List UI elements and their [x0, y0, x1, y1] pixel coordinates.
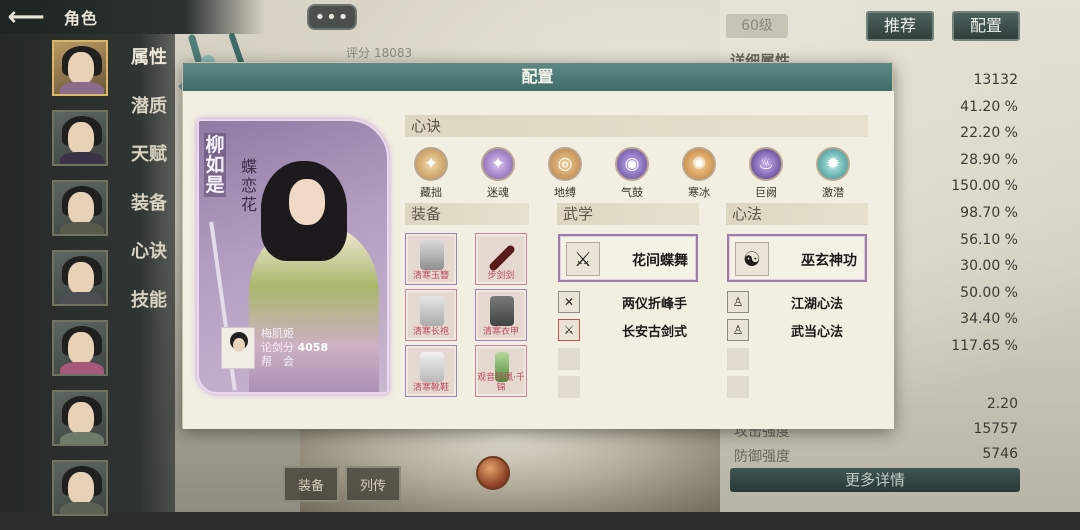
back-button[interactable]: ⟵ — [0, 0, 52, 34]
equip-slot[interactable]: 清寒玉簪 — [405, 233, 457, 285]
attr-value: 30.00 % — [960, 258, 1018, 275]
empty-skill-slot[interactable] — [558, 376, 580, 398]
xinjue-icon: ✹ — [816, 147, 850, 181]
wuxue-skill[interactable]: ✕ 两仪折峰手 — [558, 291, 698, 313]
xinfa-main-skill[interactable]: ☯ 巫玄神功 — [727, 234, 867, 282]
equip-slot[interactable]: 清寒长袍 — [405, 289, 457, 341]
attr-value: 150.00 % — [951, 178, 1018, 195]
chat-button[interactable]: ••• — [307, 4, 357, 30]
attr-value: 117.65 % — [951, 337, 1018, 354]
menu-attributes[interactable]: 属性 — [131, 46, 167, 95]
meditation-icon: ☯ — [735, 242, 769, 276]
equipment-shortcut[interactable]: 装备 — [283, 466, 339, 502]
meditation-small-icon: ♙ — [727, 291, 749, 313]
menu-potential[interactable]: 潜质 — [131, 95, 167, 144]
character-card[interactable]: 柳如是 蝶恋花 梅肌姬 论剑分 4058 帮 会 — [197, 119, 389, 394]
xinjue-item[interactable]: ✦ 藏拙 — [409, 147, 453, 200]
equip-slot[interactable]: 清寒衣甲 — [475, 289, 527, 341]
page-title: 角色 — [64, 9, 99, 28]
xinjue-icon: ♨ — [749, 147, 783, 181]
equip-slot[interactable]: 清寒靴鞋 — [405, 345, 457, 397]
equip-slot[interactable]: 步剑剑 — [475, 233, 527, 285]
character-avatar-4[interactable] — [52, 250, 108, 306]
wuxue-main-skill[interactable]: ⚔ 花间蝶舞 — [558, 234, 698, 282]
owner-info: 梅肌姬 论剑分 4058 帮 会 — [261, 327, 328, 369]
modal-title: 配置 — [183, 63, 892, 91]
attribute-values: 13132 41.20 % 22.20 % 28.90 % 150.00 % 9… — [940, 72, 1018, 365]
owner-score: 论剑分 4058 — [261, 341, 329, 354]
score-label: 评分 — [346, 46, 371, 60]
modal-body: 柳如是 蝶恋花 梅肌姬 论剑分 4058 帮 会 心诀 ✦ 藏拙 ✦ 迷魂 ◎ 地缚 … — [183, 91, 894, 429]
character-avatar-1[interactable] — [52, 40, 108, 96]
owner-avatar — [221, 327, 255, 369]
xinjue-icon: ◉ — [615, 147, 649, 181]
attr-value: 28.90 % — [960, 151, 1018, 168]
character-face — [289, 179, 325, 225]
attr-value: 98.70 % — [960, 204, 1018, 221]
recommend-button[interactable]: 推荐 — [866, 11, 934, 41]
blade-icon: ⚔ — [558, 319, 580, 341]
attr-value: 13132 — [973, 72, 1018, 88]
xinjue-icon: ✦ — [414, 147, 448, 181]
xinjue-row: ✦ 藏拙 ✦ 迷魂 ◎ 地缚 ◉ 气鼓 ✺ 寒冰 ♨ 巨阙 ✹ 激潜 — [409, 147, 850, 203]
empty-skill-slot[interactable] — [558, 348, 580, 370]
bottom-shortcuts: 装备 列传 — [283, 466, 401, 502]
character-avatar-7[interactable] — [52, 460, 108, 516]
score-readout: 评分 18083 — [342, 44, 412, 61]
equip-header: 装备 — [405, 203, 529, 225]
level-badge: 60级 — [726, 14, 788, 38]
attr-value: 41.20 % — [960, 98, 1018, 115]
attr-value: 34.40 % — [960, 311, 1018, 328]
xinfa-skill[interactable]: ♙ 江湖心法 — [727, 291, 867, 313]
menu-skills[interactable]: 技能 — [131, 289, 167, 338]
card-character-title: 蝶恋花 — [240, 157, 257, 214]
biography-shortcut[interactable]: 列传 — [345, 466, 401, 502]
more-details-button[interactable]: 更多详情 — [730, 468, 1020, 492]
meditation-small-icon: ♙ — [727, 319, 749, 341]
swordsman-icon: ⚔ — [566, 242, 600, 276]
more-dots-icon: ••• — [314, 6, 350, 28]
card-character-name: 柳如是 — [204, 133, 226, 197]
empty-skill-slot[interactable] — [727, 376, 749, 398]
character-avatar-3[interactable] — [52, 180, 108, 236]
xinjue-item[interactable]: ✦ 迷魂 — [476, 147, 520, 200]
menu-xinjue[interactable]: 心诀 — [131, 240, 167, 289]
side-menu: 属性 潜质 天赋 装备 心诀 技能 — [131, 46, 167, 337]
score-value: 18083 — [374, 46, 413, 60]
xinjue-icon: ✺ — [682, 147, 716, 181]
xinjue-item[interactable]: ♨ 巨阙 — [744, 147, 788, 200]
wuxue-header: 武学 — [557, 203, 699, 225]
character-avatar-6[interactable] — [52, 390, 108, 446]
menu-talent[interactable]: 天赋 — [131, 143, 167, 192]
arrow-left-icon: ⟵ — [7, 2, 45, 32]
fist-icon: ✕ — [558, 291, 580, 313]
owner-guild: 帮 会 — [261, 355, 294, 368]
empty-skill-slot[interactable] — [727, 348, 749, 370]
xinjue-item[interactable]: ◉ 气鼓 — [610, 147, 654, 200]
xinjue-item[interactable]: ◎ 地缚 — [543, 147, 587, 200]
attr-value: 50.00 % — [960, 284, 1018, 301]
attr-value: 56.10 % — [960, 231, 1018, 248]
xinjue-icon: ✦ — [481, 147, 515, 181]
config-button[interactable]: 配置 — [952, 11, 1020, 41]
xinjue-item[interactable]: ✹ 激潜 — [811, 147, 855, 200]
xinjue-icon: ◎ — [548, 147, 582, 181]
xinjue-item[interactable]: ✺ 寒冰 — [677, 147, 721, 200]
xinfa-header: 心法 — [726, 203, 868, 225]
character-avatar-5[interactable] — [52, 320, 108, 376]
equip-slot[interactable]: 观音环佩·千锦 — [475, 345, 527, 397]
xinjue-header: 心诀 — [405, 115, 868, 137]
config-modal: 配置 柳如是 蝶恋花 梅肌姬 论剑分 4058 帮 会 心诀 ✦ 藏拙 ✦ 迷魂 ◎… — [182, 62, 894, 429]
attr-value: 22.20 % — [960, 125, 1018, 142]
orb-ornament — [476, 456, 510, 490]
character-avatar-2[interactable] — [52, 110, 108, 166]
wuxue-skill[interactable]: ⚔ 长安古剑式 — [558, 319, 698, 341]
character-list — [52, 40, 108, 530]
owner-name: 梅肌姬 — [261, 327, 294, 340]
xinfa-skill[interactable]: ♙ 武当心法 — [727, 319, 867, 341]
menu-equipment[interactable]: 装备 — [131, 192, 167, 241]
